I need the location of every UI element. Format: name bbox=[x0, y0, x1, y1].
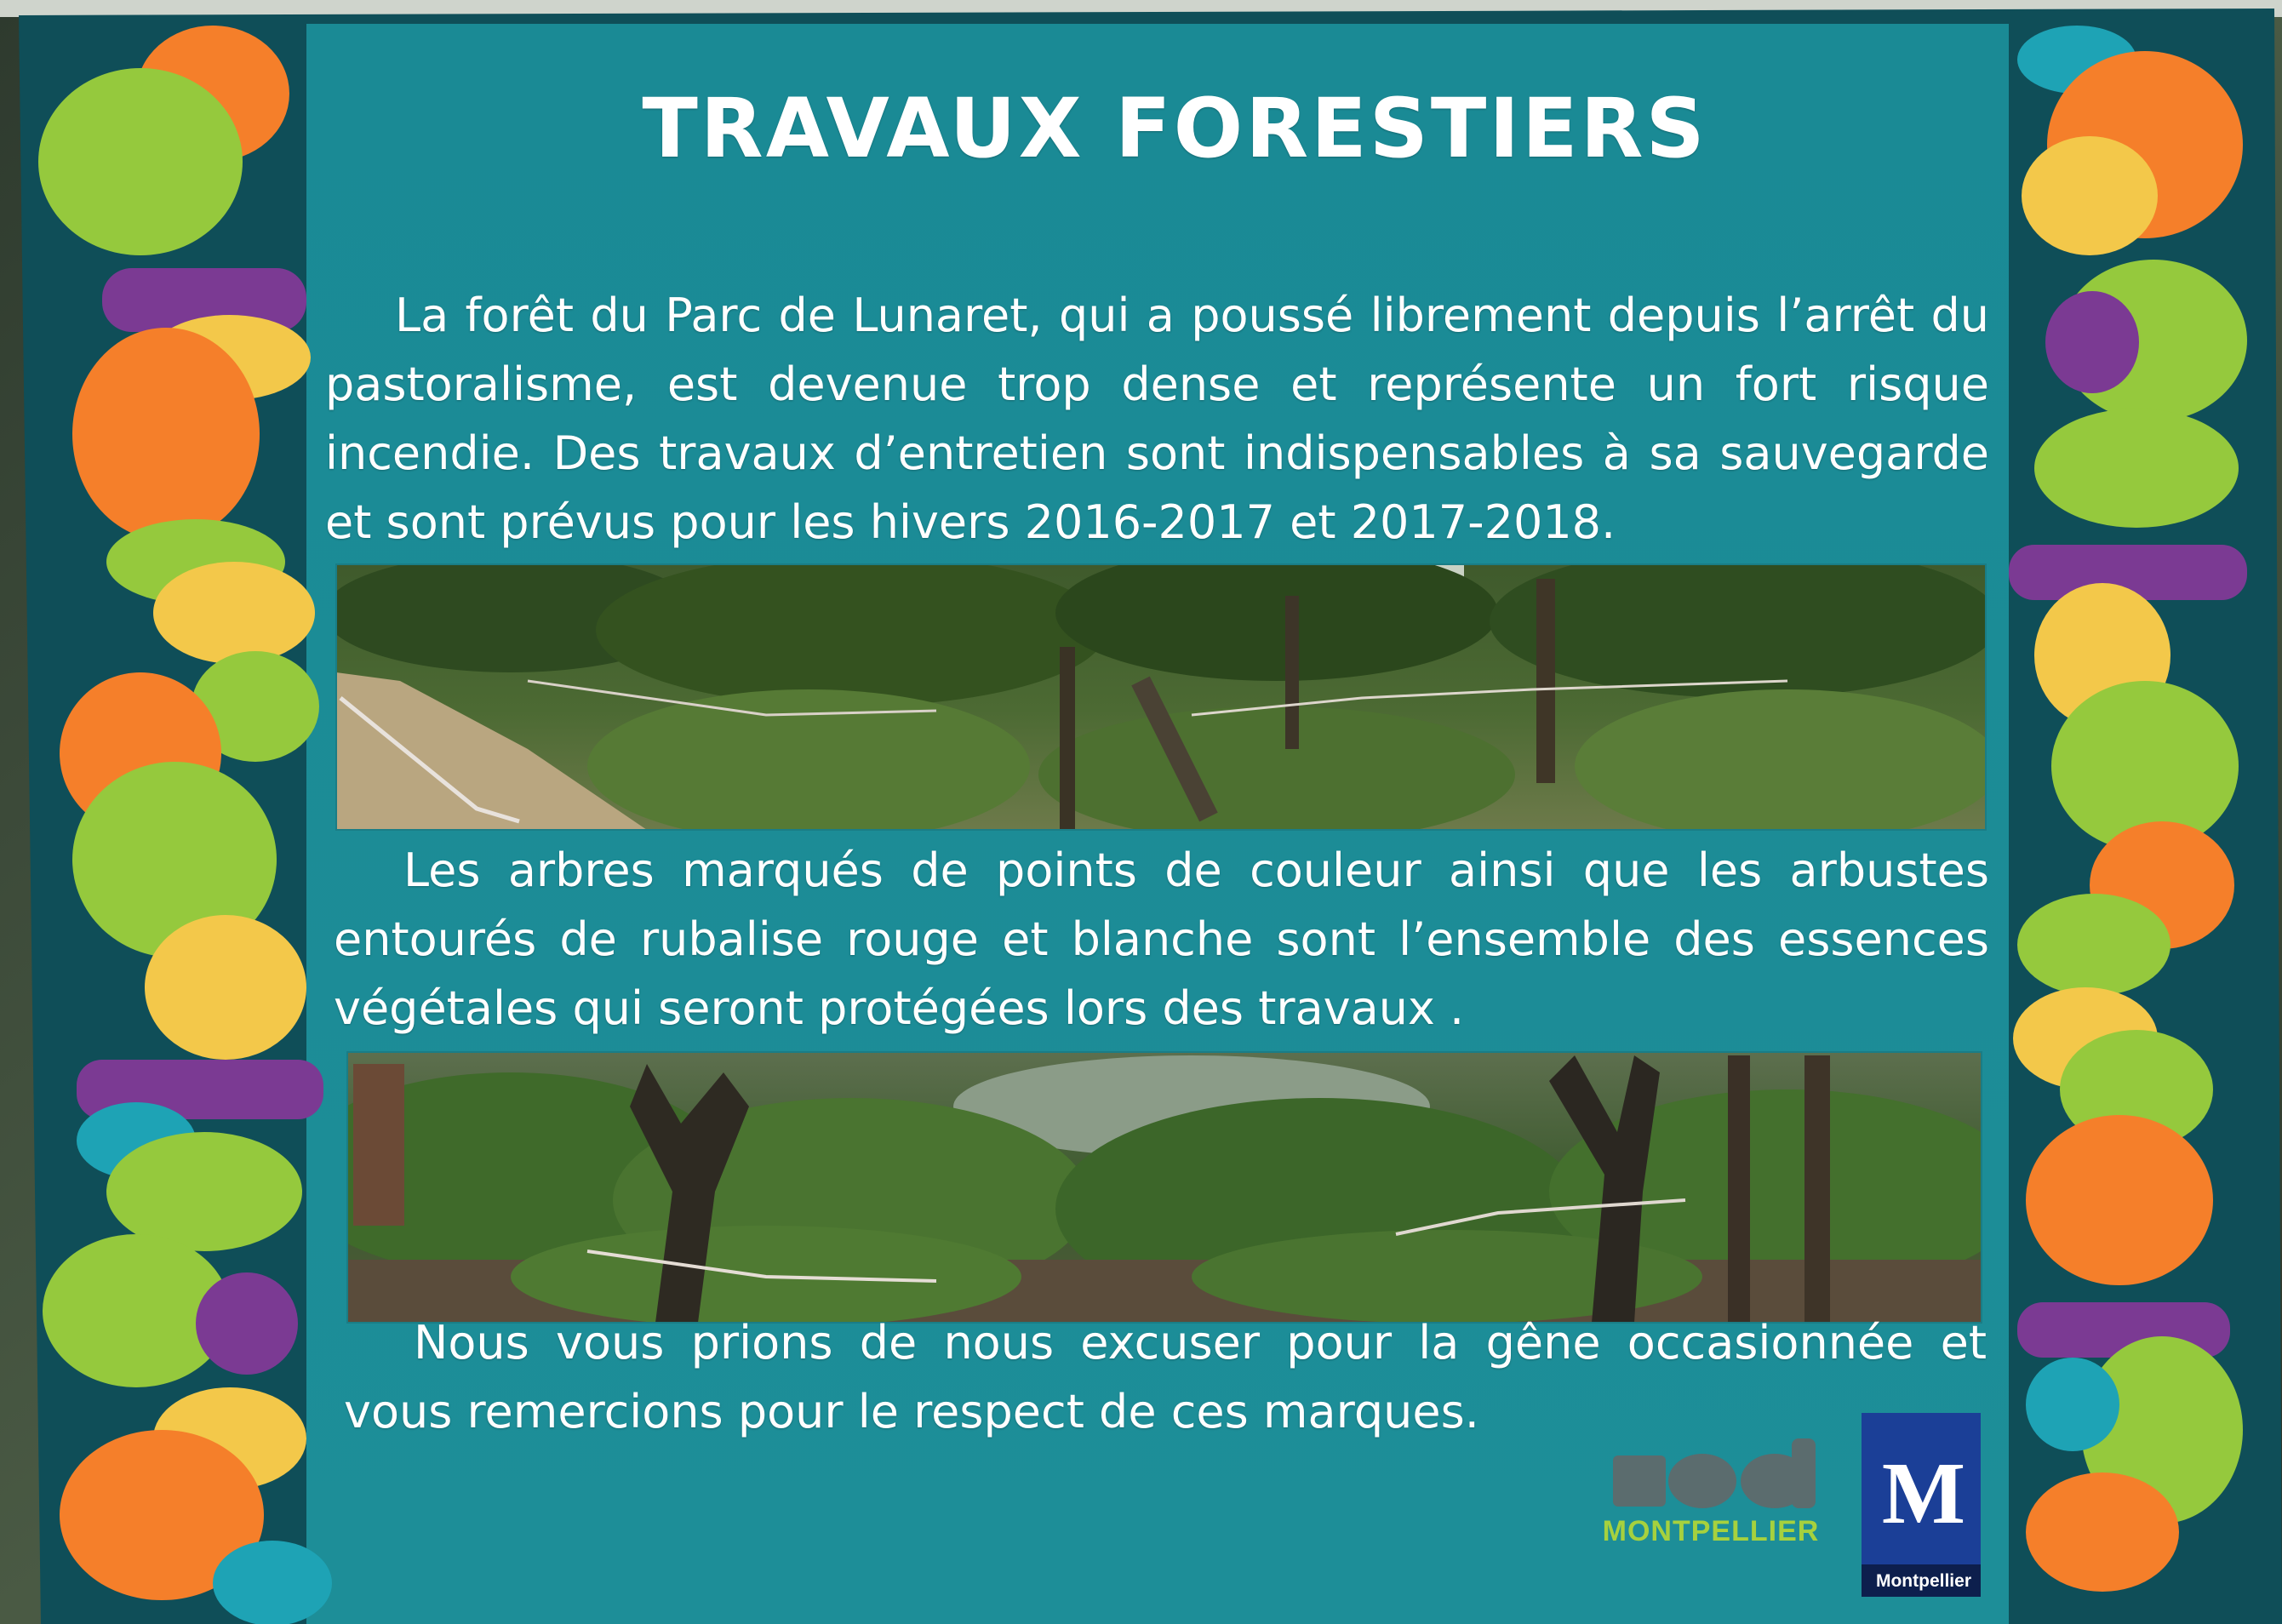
metropole-logo-letter: M bbox=[1881, 1444, 1966, 1542]
forest-photo-1 bbox=[336, 564, 1986, 830]
paragraph-protected-trees: Les arbres marqués de points de couleur … bbox=[334, 843, 1989, 1035]
metropole-logo-label: Montpellier bbox=[1875, 1571, 1971, 1591]
forest-photo-2 bbox=[347, 1052, 1982, 1323]
paragraph-apology: Nous vous prions de nous excuser pour la… bbox=[344, 1316, 1987, 1438]
paragraph-context: La forêt du Parc de Lunaret, qui a pouss… bbox=[325, 289, 1989, 549]
sign-title: TRAVAUX FORESTIERS bbox=[642, 81, 1707, 176]
zoo-logo-label: MONTPELLIER bbox=[1602, 1515, 1820, 1547]
